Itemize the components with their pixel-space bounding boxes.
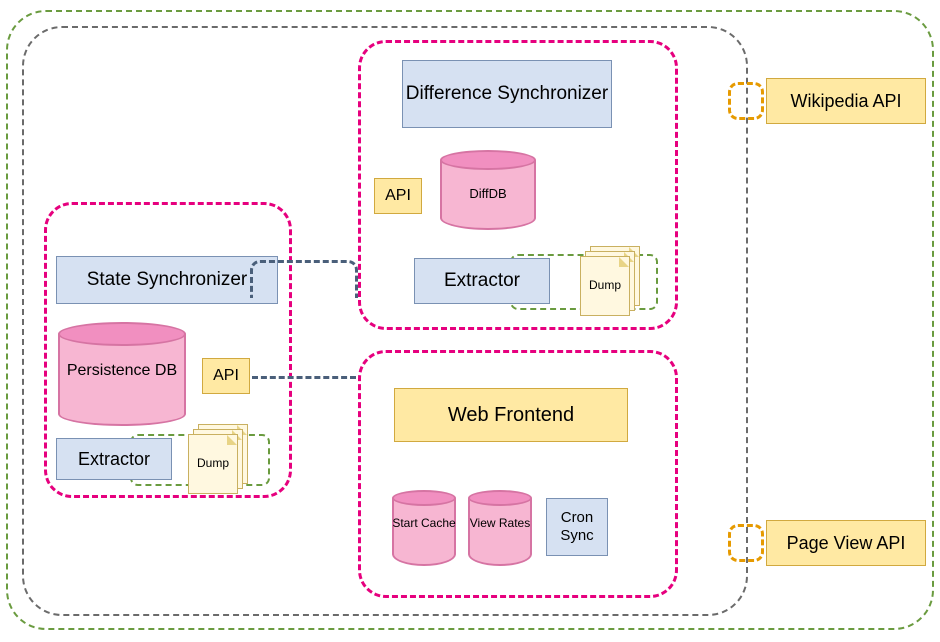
diffdb-cylinder: DiffDB — [440, 150, 536, 230]
diff-sync-dump-label: Dump — [582, 278, 628, 292]
difference-synchronizer-title: Difference Synchronizer — [402, 60, 612, 128]
diff-sync-extractor: Extractor — [414, 258, 550, 304]
wikipedia-api-connector — [728, 82, 764, 120]
connector-state-to-web — [252, 376, 356, 379]
persistence-db-label: Persistence DB — [58, 362, 186, 380]
state-sync-extractor: Extractor — [56, 438, 172, 480]
state-sync-dump-label: Dump — [190, 456, 236, 470]
start-cache-label: Start Cache — [392, 516, 456, 530]
diagram-canvas: State Synchronizer Persistence DB API Ex… — [0, 0, 940, 642]
web-frontend-title: Web Frontend — [394, 388, 628, 442]
state-synchronizer-title: State Synchronizer — [56, 256, 278, 304]
wikipedia-api-box: Wikipedia API — [766, 78, 926, 124]
state-sync-api: API — [202, 358, 250, 394]
persistence-db-cylinder: Persistence DB — [58, 322, 186, 426]
view-rates-label: View Rates — [468, 516, 532, 530]
page-view-api-connector — [728, 524, 764, 562]
diffdb-label: DiffDB — [440, 186, 536, 201]
connector-state-to-diff — [250, 260, 358, 298]
cron-sync-box: Cron Sync — [546, 498, 608, 556]
view-rates-cylinder: View Rates — [468, 490, 532, 566]
page-view-api-box: Page View API — [766, 520, 926, 566]
start-cache-cylinder: Start Cache — [392, 490, 456, 566]
diff-sync-api: API — [374, 178, 422, 214]
